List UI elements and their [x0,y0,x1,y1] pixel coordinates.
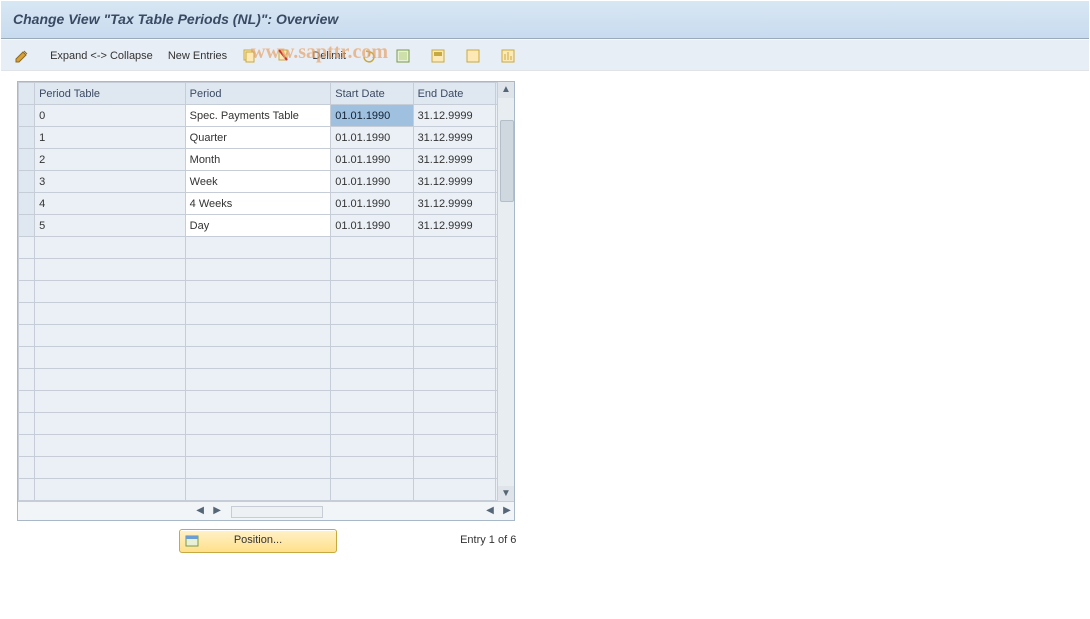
table-row-empty: .... [19,259,514,281]
table-row[interactable]: 1Quarter01.01.199031.12.9999 [19,127,514,149]
titlebar: Change View "Tax Table Periods (NL)": Ov… [1,1,1089,39]
table-container: Period Table Period Start Date End Date … [17,81,515,521]
delimit-button[interactable]: Delimit [306,45,352,67]
cell-period-table[interactable]: 5 [35,215,186,237]
select-all-icon[interactable] [390,44,416,68]
tax-table-grid[interactable]: Period Table Period Start Date End Date … [18,82,514,501]
expand-collapse-button[interactable]: Expand <-> Collapse [44,45,159,67]
position-icon [184,533,200,549]
cell-start-date[interactable]: 01.01.1990 [331,149,413,171]
cell-end-date[interactable]: 31.12.9999 [413,127,495,149]
cell-period-table[interactable]: 0 [35,105,186,127]
vertical-scrollbar[interactable]: ▲ ▼ [497,82,514,502]
position-button[interactable]: Position... [179,529,337,553]
entry-counter: Entry 1 of 6 [460,534,516,546]
table-row[interactable]: 0Spec. Payments Table01.01.199031.12.999… [19,105,514,127]
cell-period[interactable]: Week [185,171,331,193]
table-header-row: Period Table Period Start Date End Date [19,83,514,105]
hscroll-left2-icon[interactable]: ◀ [483,502,497,520]
cell-period-table[interactable]: 1 [35,127,186,149]
cell-start-date[interactable]: 01.01.1990 [331,215,413,237]
cell-start-date[interactable]: 01.01.1990 [331,127,413,149]
cell-period[interactable]: Day [185,215,331,237]
row-selector[interactable] [19,149,35,171]
configure-icon[interactable] [495,44,521,68]
row-selector[interactable] [19,171,35,193]
row-selector[interactable] [19,105,35,127]
page-title: Change View "Tax Table Periods (NL)": Ov… [13,11,1077,27]
table-row-empty: .... [19,435,514,457]
cell-period-table[interactable]: 2 [35,149,186,171]
col-end-date[interactable]: End Date [413,83,495,105]
deselect-all-icon[interactable] [460,44,486,68]
copy-icon[interactable] [236,44,262,68]
hscroll-right2-icon[interactable]: ▶ [500,502,514,520]
table-row-empty: .... [19,281,514,303]
table-row-empty: .... [19,237,514,259]
cell-start-date[interactable]: 01.01.1990 [331,193,413,215]
table-row-empty: .... [19,391,514,413]
position-button-label: Position... [234,534,282,546]
col-period-table[interactable]: Period Table [35,83,186,105]
cell-end-date[interactable]: 31.12.9999 [413,193,495,215]
cell-end-date[interactable]: 31.12.9999 [413,171,495,193]
scroll-down-icon[interactable]: ▼ [498,486,514,502]
table-row-empty: .... [19,325,514,347]
cell-period-table[interactable]: 3 [35,171,186,193]
cell-period-table[interactable]: 4 [35,193,186,215]
cell-period[interactable]: Month [185,149,331,171]
table-body: 0Spec. Payments Table01.01.199031.12.999… [19,105,514,501]
table-row[interactable]: 3Week01.01.199031.12.9999 [19,171,514,193]
table-row[interactable]: 44 Weeks01.01.199031.12.9999 [19,193,514,215]
row-selector-header[interactable] [19,83,35,105]
horizontal-scrollbar[interactable]: ◀ ▶ ◀ ▶ [18,501,514,520]
cell-start-date[interactable]: 01.01.1990 [331,171,413,193]
new-entries-button[interactable]: New Entries [162,45,233,67]
row-selector[interactable] [19,215,35,237]
cell-end-date[interactable]: 31.12.9999 [413,215,495,237]
hscroll-left-icon[interactable]: ◀ [193,502,207,520]
col-start-date[interactable]: Start Date [331,83,413,105]
row-selector[interactable] [19,127,35,149]
table-row-empty: .... [19,347,514,369]
hscroll-track[interactable] [231,506,323,518]
col-period[interactable]: Period [185,83,331,105]
table-row[interactable]: 5Day01.01.199031.12.9999 [19,215,514,237]
table-row[interactable]: 2Month01.01.199031.12.9999 [19,149,514,171]
footer-row: Position... Entry 1 of 6 [1,529,1089,553]
delete-icon[interactable] [271,44,297,68]
select-block-icon[interactable] [425,44,451,68]
table-row-empty: .... [19,369,514,391]
scroll-up-icon[interactable]: ▲ [498,82,514,98]
table-row-empty: .... [19,413,514,435]
table-row-empty: .... [19,303,514,325]
toolbar: Expand <-> Collapse New Entries Delimit [1,39,1089,71]
cell-period[interactable]: Quarter [185,127,331,149]
table-row-empty: .... [19,457,514,479]
scroll-thumb[interactable] [500,120,514,202]
cell-period[interactable]: 4 Weeks [185,193,331,215]
cell-start-date[interactable]: 01.01.1990 [331,105,413,127]
table-row-empty: .... [19,479,514,501]
hscroll-right-icon[interactable]: ▶ [210,502,224,520]
row-selector[interactable] [19,193,35,215]
undo-icon[interactable] [355,44,381,68]
cell-period[interactable]: Spec. Payments Table [185,105,331,127]
cell-end-date[interactable]: 31.12.9999 [413,149,495,171]
cell-end-date[interactable]: 31.12.9999 [413,105,495,127]
edit-tool-icon[interactable] [9,44,35,68]
